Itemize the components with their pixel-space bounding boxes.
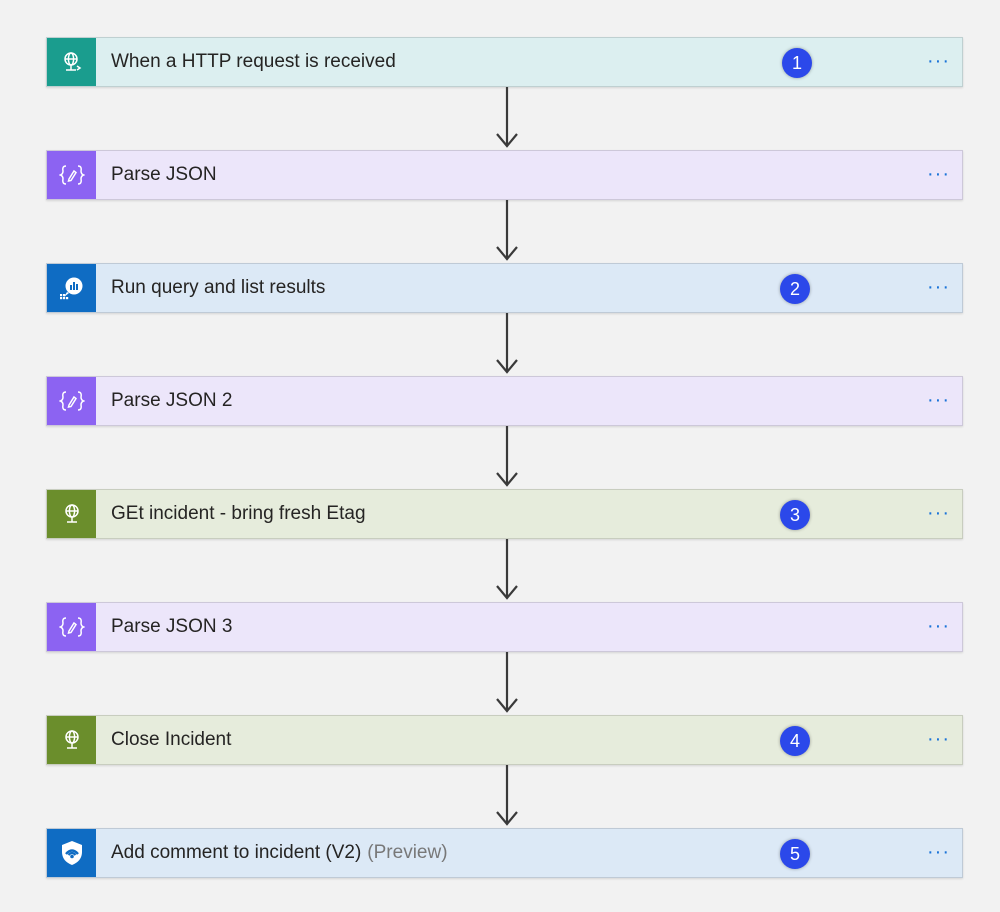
step-number-badge: 3 [780, 500, 810, 530]
more-options-button[interactable]: ··· [927, 490, 950, 536]
flow-step[interactable]: Run query and list results 2 ··· [46, 263, 963, 313]
log-analytics-icon [47, 264, 96, 312]
more-options-button[interactable]: ··· [927, 603, 950, 649]
connector-arrow [496, 313, 518, 374]
more-options-button[interactable]: ··· [927, 264, 950, 310]
flow-step[interactable]: Parse JSON 3 ··· [46, 602, 963, 652]
flow-step[interactable]: When a HTTP request is received 1 ··· [46, 37, 963, 87]
connector-arrow [496, 765, 518, 826]
more-options-button[interactable]: ··· [927, 38, 950, 84]
step-number-badge: 4 [780, 726, 810, 756]
step-title-text: Close Incident [111, 729, 232, 750]
step-title-text: GEt incident - bring fresh Etag [111, 503, 366, 524]
step-title: Run query and list results [111, 264, 325, 312]
more-options-button[interactable]: ··· [927, 377, 950, 423]
connector-arrow [496, 87, 518, 148]
flow-step[interactable]: Parse JSON 2 ··· [46, 376, 963, 426]
step-title: Parse JSON [111, 151, 217, 199]
http-request-trigger-icon [47, 38, 96, 86]
step-title-text: Run query and list results [111, 277, 326, 298]
step-number-badge: 5 [780, 839, 810, 869]
parse-json-icon [47, 603, 96, 651]
step-number-badge: 2 [780, 274, 810, 304]
connector-arrow [496, 539, 518, 600]
step-title: Parse JSON 3 [111, 603, 232, 651]
step-title: Add comment to incident (V2) (Preview) [111, 829, 448, 877]
more-options-button[interactable]: ··· [927, 151, 950, 197]
sentinel-shield-icon [47, 829, 96, 877]
step-title-text: Parse JSON 2 [111, 390, 233, 411]
step-title-text: When a HTTP request is received [111, 51, 396, 72]
flow-step[interactable]: GEt incident - bring fresh Etag 3 ··· [46, 489, 963, 539]
step-title-text: Add comment to incident (V2) [111, 842, 362, 863]
step-title: GEt incident - bring fresh Etag [111, 490, 366, 538]
connector-arrow [496, 200, 518, 261]
step-title-text: Parse JSON 3 [111, 616, 233, 637]
http-globe-icon [47, 716, 96, 764]
parse-json-icon [47, 151, 96, 199]
step-title: When a HTTP request is received [111, 38, 396, 86]
step-title: Close Incident [111, 716, 231, 764]
step-title: Parse JSON 2 [111, 377, 232, 425]
flow-step[interactable]: Close Incident 4 ··· [46, 715, 963, 765]
flow-step[interactable]: Parse JSON ··· [46, 150, 963, 200]
parse-json-icon [47, 377, 96, 425]
connector-arrow [496, 652, 518, 713]
preview-tag: (Preview) [367, 842, 448, 863]
step-title-text: Parse JSON [111, 164, 217, 185]
http-globe-icon [47, 490, 96, 538]
more-options-button[interactable]: ··· [927, 829, 950, 875]
flow-step[interactable]: Add comment to incident (V2) (Preview) 5 ··… [46, 828, 963, 878]
step-number-badge: 1 [782, 48, 812, 78]
connector-arrow [496, 426, 518, 487]
logic-app-flow: When a HTTP request is received 1 ··· Parse… [0, 0, 1000, 912]
more-options-button[interactable]: ··· [927, 716, 950, 762]
